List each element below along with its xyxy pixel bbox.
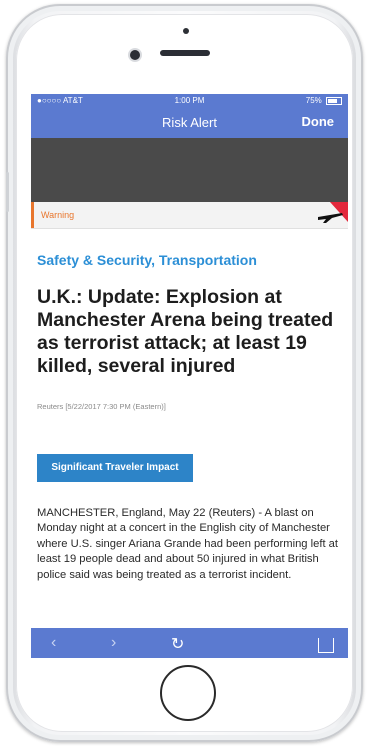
alert-headline: U.K.: Update: Explosion at Manchester Ar…: [37, 286, 334, 377]
alert-body: MANCHESTER, England, May 22 (Reuters) - …: [37, 507, 338, 581]
chevron-right-icon[interactable]: ›: [111, 634, 116, 652]
status-time: 1:00 PM: [174, 96, 205, 105]
warning-row: Warning: [31, 202, 348, 229]
nav-title: Risk Alert: [162, 115, 217, 130]
battery-icon: [326, 96, 342, 105]
earpiece-speaker: [160, 50, 210, 56]
warning-label: Warning: [41, 210, 75, 220]
browser-toolbar: ‹ › ↻: [31, 628, 348, 658]
home-button[interactable]: [160, 665, 216, 721]
airplane-icon: [318, 202, 348, 223]
battery-indicator: 75%: [306, 94, 342, 108]
status-bar: ●○○○○ AT&T 1:00 PM 75%: [31, 94, 348, 108]
done-button[interactable]: Done: [302, 114, 335, 129]
reload-icon[interactable]: ↻: [171, 634, 184, 654]
battery-percent: 75%: [305, 96, 322, 105]
warning-accent-bar: [31, 202, 34, 228]
header-banner: [31, 138, 348, 202]
side-button: [6, 172, 9, 212]
traveler-impact-button[interactable]: Significant Traveler Impact: [37, 454, 193, 482]
alert-category: Safety & Security, Transportation: [37, 252, 257, 268]
alert-source: Reuters [5/22/2017 7:30 PM (Eastern)]: [37, 402, 166, 411]
front-sensor: [183, 28, 189, 34]
share-icon[interactable]: [318, 638, 334, 653]
chevron-left-icon[interactable]: ‹: [51, 634, 56, 652]
front-camera: [130, 50, 140, 60]
nav-bar: Risk Alert Done: [31, 108, 348, 138]
screen: ●○○○○ AT&T 1:00 PM 75% Risk Alert Done W…: [31, 94, 348, 658]
